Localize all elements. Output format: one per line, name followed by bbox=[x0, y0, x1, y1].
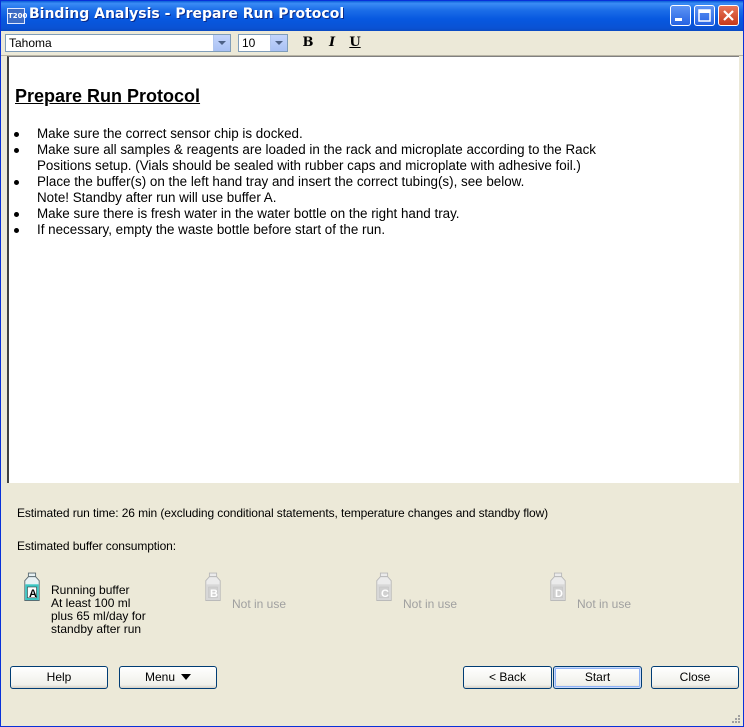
bottle-label: Not in use bbox=[577, 598, 631, 611]
protocol-item: If necessary, empty the waste bottle bef… bbox=[9, 222, 731, 238]
bottle-letter: A bbox=[29, 588, 37, 600]
protocol-item: Make sure the correct sensor chip is doc… bbox=[9, 126, 731, 142]
protocol-item: Place the buffer(s) on the left hand tra… bbox=[9, 174, 731, 206]
font-size-select[interactable]: 10 bbox=[238, 34, 288, 52]
app-icon: T200 bbox=[7, 8, 27, 24]
bottle-label-line: Not in use bbox=[232, 597, 287, 611]
font-family-value: Tahoma bbox=[9, 36, 52, 50]
underline-button[interactable]: U bbox=[346, 34, 364, 52]
maximize-button[interactable] bbox=[694, 5, 715, 26]
protocol-item-text: Make sure the correct sensor chip is doc… bbox=[37, 126, 303, 141]
menu-button[interactable]: Menu bbox=[119, 666, 217, 689]
font-family-select[interactable]: Tahoma bbox=[5, 34, 231, 52]
protocol-item-text: Place the buffer(s) on the left hand tra… bbox=[37, 174, 525, 189]
bold-button[interactable]: B bbox=[299, 34, 317, 52]
bottle-label: Not in use bbox=[403, 598, 457, 611]
bullet-icon bbox=[14, 212, 19, 217]
bottle-label: Running buffer At least 100 ml plus 65 ml/… bbox=[51, 584, 146, 636]
window-title: Binding Analysis - Prepare Run Protocol bbox=[29, 6, 345, 22]
help-button[interactable]: Help bbox=[10, 666, 108, 689]
minimize-button[interactable] bbox=[670, 5, 691, 26]
bottle-letter: C bbox=[381, 588, 389, 600]
buffer-consumption-label: Estimated buffer consumption: bbox=[17, 539, 176, 553]
protocol-item-text: If necessary, empty the waste bottle bef… bbox=[37, 222, 386, 237]
protocol-item-text: Positions setup. (Vials should be sealed… bbox=[37, 158, 581, 173]
protocol-item-text: Make sure there is fresh water in the wa… bbox=[37, 206, 460, 221]
binding-analysis-window: T200 Binding Analysis - Prepare Run Prot… bbox=[0, 0, 744, 727]
minimize-icon bbox=[675, 18, 682, 21]
menu-button-label: Menu bbox=[144, 670, 176, 684]
protocol-editor[interactable]: Prepare Run Protocol Make sure the corre… bbox=[7, 56, 739, 483]
estimated-run-time: Estimated run time: 26 min (excluding co… bbox=[17, 506, 549, 520]
bottle-letter: D bbox=[555, 588, 563, 600]
protocol-item: Make sure there is fresh water in the wa… bbox=[9, 206, 731, 222]
start-button[interactable]: Start bbox=[553, 666, 642, 689]
close-icon bbox=[723, 10, 734, 21]
bottle-label-line: Not in use bbox=[403, 597, 458, 611]
protocol-item-text: Note! Standby after run will use buffer … bbox=[37, 190, 277, 205]
font-size-value: 10 bbox=[242, 36, 256, 50]
bottle-letter: B bbox=[210, 588, 218, 600]
bullet-icon bbox=[14, 228, 19, 233]
format-toolbar: Tahoma 10 B I U bbox=[1, 31, 743, 56]
bullet-icon bbox=[14, 180, 19, 185]
close-button[interactable]: Close bbox=[651, 666, 739, 689]
bullet-icon bbox=[14, 132, 19, 137]
chevron-down-icon[interactable] bbox=[213, 35, 230, 51]
maximize-icon bbox=[698, 9, 711, 22]
italic-button[interactable]: I bbox=[323, 34, 341, 52]
bottle-label-line: standby after run bbox=[51, 622, 142, 636]
protocol-item: Make sure all samples & reagents are loa… bbox=[9, 142, 731, 174]
chevron-down-icon[interactable] bbox=[270, 35, 287, 51]
caret-down-icon bbox=[181, 674, 192, 680]
document-title: Prepare Run Protocol bbox=[15, 86, 201, 106]
protocol-item-text: Make sure all samples & reagents are loa… bbox=[37, 142, 596, 157]
bottle-label: Not in use bbox=[232, 598, 286, 611]
bottle-label-line: Not in use bbox=[577, 597, 632, 611]
protocol-list: Make sure the correct sensor chip is doc… bbox=[9, 126, 731, 238]
close-window-button[interactable] bbox=[718, 5, 739, 26]
title-bar[interactable]: T200 Binding Analysis - Prepare Run Prot… bbox=[1, 1, 743, 31]
resize-grip-icon[interactable] bbox=[731, 714, 741, 724]
back-button[interactable]: < Back bbox=[463, 666, 552, 689]
bullet-icon bbox=[14, 148, 19, 153]
